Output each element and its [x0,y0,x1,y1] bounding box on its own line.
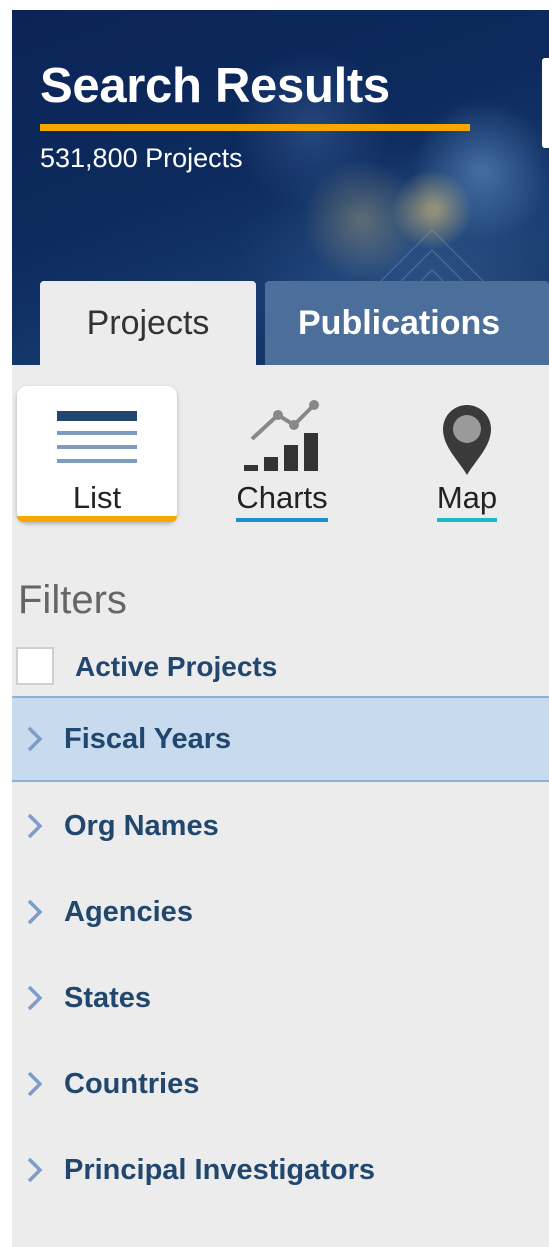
filter-agencies[interactable]: Agencies [12,869,549,955]
search-panel: Search Results 531,800 Projects Projects… [12,10,549,1247]
filter-fiscal-years[interactable]: Fiscal Years [12,696,549,782]
search-box-edge[interactable] [542,58,549,148]
filter-label: Principal Investigators [64,1153,376,1186]
chevron-right-icon [26,1156,56,1184]
charts-view-label: Charts [236,480,328,522]
page-title: Search Results [40,59,390,113]
filter-label: Countries [64,1067,200,1100]
filter-countries[interactable]: Countries [12,1041,549,1127]
filter-label: States [64,981,152,1014]
charts-view-button[interactable]: Charts [217,386,347,522]
filter-label: Fiscal Years [64,722,232,755]
filter-label: Org Names [64,809,219,842]
chevron-right-icon [26,1070,56,1098]
active-projects-checkbox[interactable] [16,647,54,685]
map-pin-icon [439,405,495,475]
charts-icon [242,400,322,471]
map-view-label: Map [436,480,498,522]
results-count: 531,800 Projects [40,143,243,173]
results-header: Search Results 531,800 Projects Projects… [12,10,549,365]
filters-heading: Filters [18,578,127,622]
tab-publications[interactable]: Publications [265,281,549,365]
list-view-label: List [72,480,122,515]
title-underline [40,124,470,131]
map-view-button[interactable]: Map [417,386,517,522]
list-icon [57,408,137,470]
list-view-button[interactable]: List [17,386,177,522]
chevron-right-icon [26,898,56,926]
filter-principal-investigators[interactable]: Principal Investigators [12,1127,549,1213]
filter-org-names[interactable]: Org Names [12,783,549,869]
filter-label: Agencies [64,895,193,928]
chevron-right-icon [26,725,56,753]
filter-states[interactable]: States [12,955,549,1041]
chevron-right-icon [26,984,56,1012]
tab-projects[interactable]: Projects [40,281,256,365]
active-indicator [17,516,177,522]
active-projects-label[interactable]: Active Projects [75,651,277,683]
chevron-right-icon [26,812,56,840]
